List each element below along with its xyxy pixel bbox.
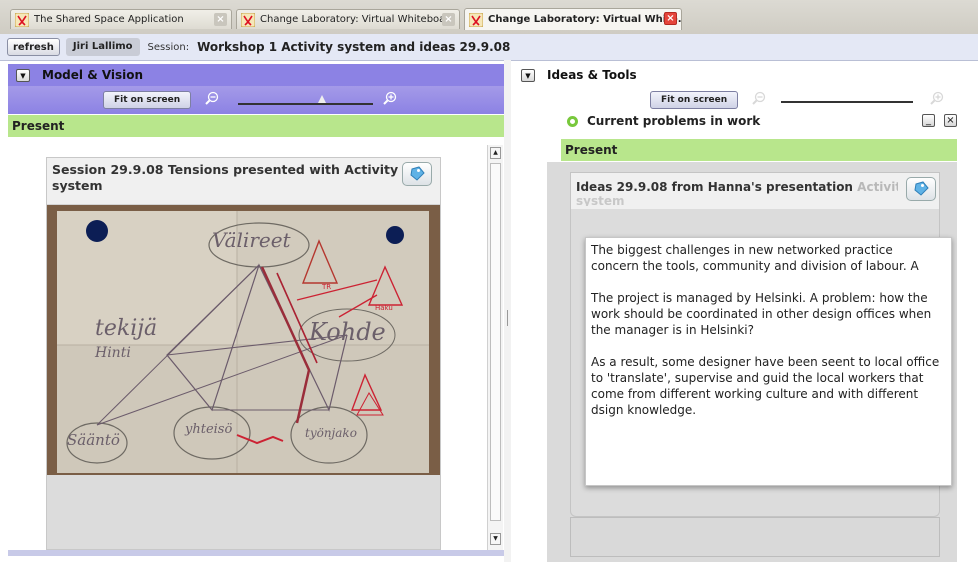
ideas-tools-panel-header: ▼ Ideas & Tools — [513, 64, 978, 86]
zoom-toolbar: Fit on screen — [8, 86, 504, 114]
scrollbar-thumb[interactable] — [490, 163, 501, 521]
tag-icon[interactable] — [402, 162, 432, 186]
svg-text:Sääntö: Sääntö — [67, 431, 120, 449]
zoom-out-icon[interactable] — [751, 91, 767, 107]
panel-bottom-edge — [8, 550, 504, 556]
close-window-icon[interactable]: × — [944, 114, 957, 127]
card-title-overflow: system — [576, 194, 625, 206]
svg-text:TR: TR — [321, 283, 331, 291]
card-header: Session 29.9.08 Tensions presented with … — [47, 158, 440, 205]
scroll-down-arrow-icon[interactable]: ▼ — [490, 533, 501, 545]
present-section-bar: Present — [8, 115, 504, 137]
panel-title: Ideas & Tools — [547, 68, 637, 82]
zoom-in-icon[interactable] — [382, 91, 398, 107]
card-header: Ideas 29.9.08 from Hanna's presentation … — [571, 173, 939, 209]
note-paragraph: The project is managed by Helsinki. A pr… — [591, 291, 932, 337]
close-tab-icon[interactable]: × — [664, 12, 677, 25]
browser-tab-whiteboard[interactable]: Change Laboratory: Virtual Whiteboard × — [236, 9, 460, 29]
refresh-button[interactable]: refresh — [7, 38, 60, 56]
zoom-toolbar: Fit on screen — [513, 86, 978, 114]
scroll-up-arrow-icon[interactable]: ▲ — [490, 147, 501, 159]
session-title: Workshop 1 Activity system and ideas 29.… — [197, 40, 511, 54]
collapse-arrow-icon[interactable]: ▼ — [16, 68, 30, 82]
close-tab-icon[interactable]: × — [442, 13, 455, 26]
card-title: Session 29.9.08 Tensions presented with … — [52, 162, 399, 193]
vertical-scrollbar[interactable]: ▲ ▼ — [487, 145, 503, 550]
tab-label: Change Laboratory: Virtual Whiteboard — [260, 14, 456, 25]
svg-text:Haku: Haku — [375, 304, 393, 312]
window-title-text: Current problems in work — [587, 114, 761, 128]
zoom-in-icon[interactable] — [929, 91, 945, 107]
browser-tab-strip: The Shared Space Application × Change La… — [0, 0, 978, 34]
fit-on-screen-button[interactable]: Fit on screen — [650, 91, 739, 109]
app-toolbar: refresh Jiri Lallimo Session: Workshop 1… — [0, 34, 978, 61]
tab-label: The Shared Space Application — [34, 14, 184, 25]
note-paragraph: As a result, some designer have been see… — [591, 355, 940, 417]
svg-text:Välireet: Välireet — [212, 228, 292, 252]
next-card[interactable] — [570, 517, 940, 557]
flipchart-photo: Välireet tekijä Hinti Kohde Sääntö yhtei… — [47, 205, 440, 475]
zoom-out-icon[interactable] — [204, 91, 220, 107]
browser-tab-shared-space[interactable]: The Shared Space Application × — [10, 9, 232, 29]
close-tab-icon[interactable]: × — [214, 13, 227, 26]
note-paragraph: The biggest challenges in new networked … — [591, 243, 919, 273]
idea-note[interactable]: The biggest challenges in new networked … — [585, 237, 952, 486]
window-title: Current problems in work — [567, 114, 760, 128]
ribbon-icon — [241, 12, 255, 27]
zoom-slider-track[interactable] — [238, 103, 373, 105]
svg-text:Hinti: Hinti — [94, 345, 131, 361]
panel-splitter[interactable] — [504, 60, 511, 562]
card-title: Ideas 29.9.08 from Hanna's presentation … — [576, 180, 898, 194]
session-label: Session: — [147, 41, 190, 53]
tab-label: Change Laboratory: Virtual White... — [488, 14, 681, 25]
svg-text:tekijä: tekijä — [95, 316, 157, 341]
fit-on-screen-button[interactable]: Fit on screen — [103, 91, 192, 109]
model-vision-panel-header: ▼ Model & Vision — [8, 64, 504, 86]
activity-system-card[interactable]: Session 29.9.08 Tensions presented with … — [46, 157, 441, 550]
svg-text:työnjako: työnjako — [305, 426, 357, 440]
tag-icon[interactable] — [906, 177, 936, 201]
svg-text:yhteisö: yhteisö — [184, 422, 232, 437]
ribbon-icon — [15, 12, 29, 27]
present-section-bar: Present — [561, 139, 957, 161]
minimize-window-icon[interactable]: _ — [922, 114, 935, 127]
browser-tab-active[interactable]: Change Laboratory: Virtual White... × — [464, 8, 682, 30]
zoom-slider-track[interactable] — [781, 101, 913, 103]
zoom-slider-thumb[interactable] — [317, 95, 326, 103]
status-ring-icon — [567, 115, 578, 127]
ribbon-icon — [469, 12, 483, 27]
panel-title: Model & Vision — [42, 68, 144, 82]
svg-text:Kohde: Kohde — [308, 318, 386, 346]
user-name: Jiri Lallimo — [65, 38, 140, 56]
collapse-arrow-icon[interactable]: ▼ — [521, 68, 535, 82]
zoom-slider-thumb[interactable] — [885, 93, 894, 101]
